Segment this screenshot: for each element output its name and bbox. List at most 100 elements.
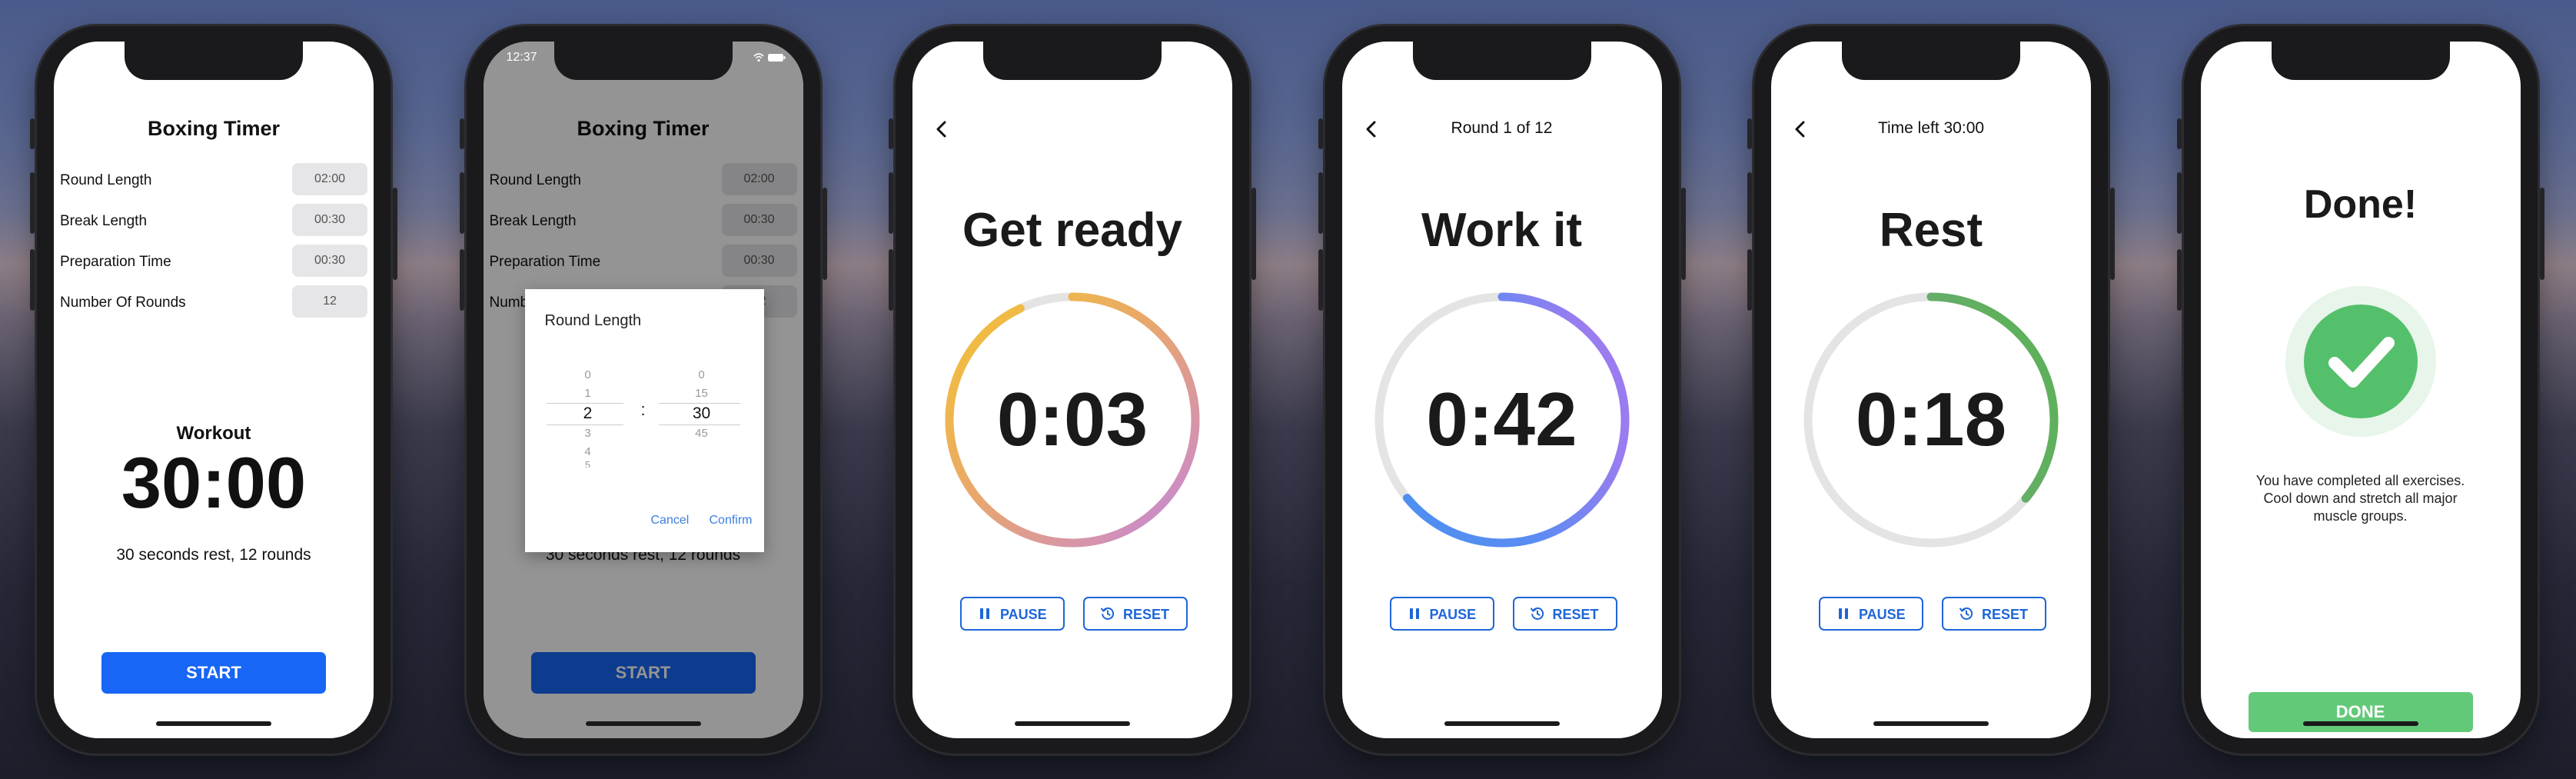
picker-option[interactable]: 3 — [565, 424, 611, 443]
phase-label: Work it — [1421, 204, 1582, 257]
phone-frame: Round 1 of 12 Work it 0:42 PAUSE RESET — [1318, 26, 1686, 754]
picker-option[interactable]: 1 — [565, 385, 611, 403]
workout-title: Workout — [176, 423, 251, 444]
home-indicator[interactable] — [156, 721, 271, 726]
pause-icon — [980, 608, 989, 619]
pause-button[interactable]: PAUSE — [1389, 597, 1494, 631]
seconds-picker[interactable]: 0 15 30 45 — [679, 366, 725, 443]
phone-screen: Get ready 0:03 PAUSE RESET — [912, 42, 1232, 738]
setting-label: Break Length — [60, 213, 148, 229]
home-indicator[interactable] — [1015, 721, 1130, 726]
setting-value-field[interactable]: 00:30 — [292, 245, 367, 277]
pause-icon — [1839, 608, 1848, 619]
picker-option[interactable]: 45 — [679, 424, 725, 443]
reset-button[interactable]: RESET — [1942, 597, 2046, 631]
setting-row-break-length[interactable]: Break Length 00:30 — [60, 204, 367, 238]
notch — [983, 42, 1162, 80]
phone-frame: Boxing Timer Round Length 02:00 Break Le… — [30, 26, 397, 754]
status-bar-time: 12:37 — [506, 51, 537, 64]
picker-option[interactable]: 0 — [565, 366, 611, 385]
cancel-button[interactable]: Cancel — [651, 514, 690, 528]
status-icons — [753, 53, 785, 62]
screenshot-panel-rest: Time left 30:00 Rest 0:18 PAUSE RESET — [1717, 0, 2147, 779]
picker-option-selected[interactable]: 30 — [679, 403, 725, 424]
screenshot-panel-picker: 12:37 Boxing Timer Round Length 02:00 Br… — [429, 0, 859, 779]
setting-value-field[interactable]: 00:30 — [292, 204, 367, 236]
reset-label: RESET — [1552, 607, 1599, 622]
success-circle — [2303, 305, 2418, 418]
home-indicator[interactable] — [585, 721, 701, 726]
dialog-title: Round Length — [544, 312, 642, 329]
phone-frame: 12:37 Boxing Timer Round Length 02:00 Br… — [459, 26, 827, 754]
confirm-button[interactable]: Confirm — [710, 514, 753, 528]
phase-label: Rest — [1879, 204, 1983, 257]
success-badge — [2285, 286, 2436, 437]
pause-icon — [1409, 608, 1419, 619]
picker-option[interactable]: 4 — [565, 443, 611, 461]
phone-frame: Done! You have completed all exercises. … — [2176, 26, 2544, 754]
reset-icon — [1959, 607, 1973, 620]
wifi-icon — [753, 53, 764, 62]
pause-button[interactable]: PAUSE — [960, 597, 1065, 631]
picker-separator: : — [640, 400, 646, 419]
notch — [125, 42, 303, 80]
reset-icon — [1101, 607, 1115, 620]
notch — [553, 42, 733, 80]
screenshot-panel-get-ready: Get ready 0:03 PAUSE RESET — [859, 0, 1288, 779]
pause-label: PAUSE — [1859, 607, 1906, 622]
setting-value-field[interactable]: 12 — [292, 285, 367, 318]
workout-summary: 30 seconds rest, 12 rounds — [116, 546, 311, 564]
pause-label: PAUSE — [1429, 607, 1477, 622]
reset-button[interactable]: RESET — [1512, 597, 1617, 631]
countdown-time: 0:42 — [1426, 377, 1577, 461]
home-indicator[interactable] — [1444, 721, 1560, 726]
workout-total-time: 30:00 — [121, 442, 307, 523]
notch — [1842, 42, 2020, 80]
phone-screen: Round 1 of 12 Work it 0:42 PAUSE RESET — [1341, 42, 1662, 738]
home-indicator[interactable] — [2302, 721, 2418, 726]
chevron-left-icon[interactable] — [1790, 117, 1811, 141]
round-length-dialog: Round Length 0 1 2 3 4 5 : 0 15 30 45 Ca… — [524, 289, 764, 552]
setting-row-round-length[interactable]: Round Length 02:00 — [60, 163, 367, 197]
start-button[interactable]: START — [101, 652, 326, 694]
chevron-left-icon[interactable] — [1361, 117, 1382, 141]
reset-button[interactable]: RESET — [1083, 597, 1188, 631]
setting-value-field[interactable]: 02:00 — [292, 163, 367, 195]
phone-frame: Time left 30:00 Rest 0:18 PAUSE RESET — [1747, 26, 2115, 754]
phone-screen: Done! You have completed all exercises. … — [2200, 42, 2521, 738]
phone-screen: 12:37 Boxing Timer Round Length 02:00 Br… — [483, 42, 803, 738]
round-indicator: Round 1 of 12 — [1451, 119, 1553, 137]
phone-frame: Get ready 0:03 PAUSE RESET — [889, 26, 1256, 754]
setting-row-number-of-rounds[interactable]: Number Of Rounds 12 — [60, 285, 367, 319]
phone-screen: Time left 30:00 Rest 0:18 PAUSE RESET — [1771, 42, 2091, 738]
setting-row-preparation-time[interactable]: Preparation Time 00:30 — [60, 245, 367, 278]
picker-option[interactable]: 5 — [565, 461, 611, 468]
app-title: Boxing Timer — [147, 117, 281, 140]
countdown-time: 0:03 — [996, 377, 1148, 461]
chevron-left-icon[interactable] — [931, 117, 952, 141]
phase-label: Get ready — [962, 204, 1183, 257]
setting-label: Round Length — [60, 172, 152, 188]
phone-screen: Boxing Timer Round Length 02:00 Break Le… — [54, 42, 374, 738]
picker-option-selected[interactable]: 2 — [565, 403, 611, 424]
setting-label: Preparation Time — [60, 254, 171, 270]
completion-message: You have completed all exercises. Cool d… — [2255, 473, 2465, 524]
picker-option[interactable]: 0 — [679, 366, 725, 385]
minutes-picker[interactable]: 0 1 2 3 4 5 — [565, 366, 611, 468]
reset-label: RESET — [1123, 607, 1170, 622]
screenshot-panel-work: Round 1 of 12 Work it 0:42 PAUSE RESET — [1288, 0, 1717, 779]
notch — [2271, 42, 2450, 80]
screenshot-panel-settings: Boxing Timer Round Length 02:00 Break Le… — [0, 0, 430, 779]
done-title: Done! — [2303, 182, 2418, 227]
pause-button[interactable]: PAUSE — [1819, 597, 1923, 631]
picker-option[interactable]: 15 — [679, 385, 725, 403]
home-indicator[interactable] — [1873, 721, 1989, 726]
time-left-indicator: Time left 30:00 — [1877, 119, 1985, 137]
countdown-time: 0:18 — [1855, 377, 2007, 461]
notch — [1412, 42, 1591, 80]
setting-label: Number Of Rounds — [60, 295, 186, 311]
done-button[interactable]: DONE — [2248, 692, 2473, 732]
reset-icon — [1530, 607, 1544, 620]
screenshot-panel-done: Done! You have completed all exercises. … — [2146, 0, 2576, 779]
checkmark-icon — [2328, 337, 2395, 388]
